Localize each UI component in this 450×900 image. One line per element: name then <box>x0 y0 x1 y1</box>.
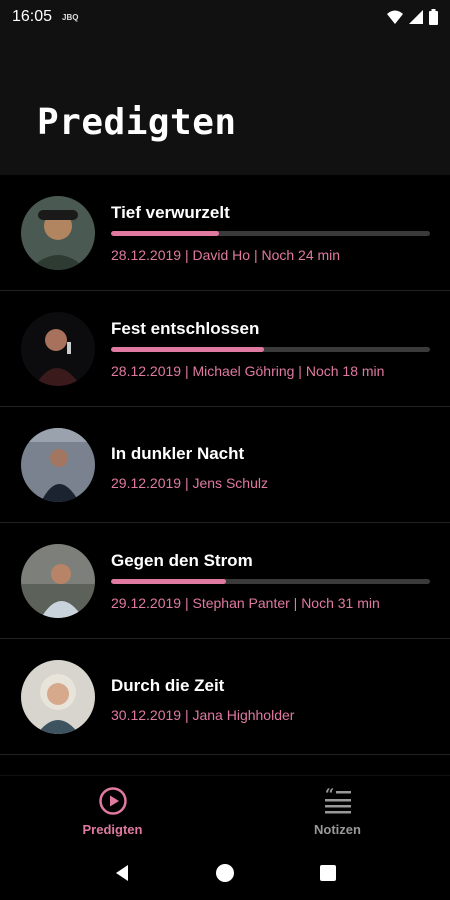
sermon-item[interactable]: Durch die Zeit 30.12.2019 | Jana Highhol… <box>0 639 450 755</box>
back-icon[interactable] <box>112 863 132 883</box>
speaker-avatar <box>21 660 95 734</box>
sermon-list: Tief verwurzelt 28.12.2019 | David Ho | … <box>0 175 450 775</box>
sermon-item-partial[interactable] <box>0 755 450 775</box>
progress-bar <box>111 231 430 236</box>
sermon-title: Durch die Zeit <box>111 676 225 695</box>
sermon-item[interactable]: Fest entschlossen 28.12.2019 | Michael G… <box>0 291 450 407</box>
sermon-item[interactable]: Tief verwurzelt 28.12.2019 | David Ho | … <box>0 175 450 291</box>
progress-fill <box>111 579 226 584</box>
notes-icon: “ <box>324 786 351 813</box>
status-bar: 16:05 JBQ <box>0 0 450 34</box>
speaker-avatar <box>21 428 95 502</box>
sermon-item[interactable]: In dunkler Nacht 29.12.2019 | Jens Schul… <box>0 407 450 523</box>
sermon-title: In dunkler Nacht <box>111 444 245 463</box>
sermon-meta: 28.12.2019 | Michael Göhring | Noch 18 m… <box>111 363 385 379</box>
progress-bar <box>111 347 430 352</box>
sermon-item[interactable]: Gegen den Strom 29.12.2019 | Stephan Pan… <box>0 523 450 639</box>
battery-icon <box>429 9 438 25</box>
play-circle-icon <box>98 786 127 815</box>
recents-icon[interactable] <box>318 863 338 883</box>
home-icon[interactable] <box>215 863 235 883</box>
page-title: Predigten <box>37 102 237 143</box>
progress-bar <box>111 579 430 584</box>
speaker-avatar <box>21 196 95 270</box>
sermon-meta: 29.12.2019 | Stephan Panter | Noch 31 mi… <box>111 595 380 611</box>
app-header: Predigten <box>0 34 450 175</box>
sermon-meta: 29.12.2019 | Jens Schulz <box>111 475 268 491</box>
sermon-meta: 28.12.2019 | David Ho | Noch 24 min <box>111 247 341 263</box>
status-time: 16:05 <box>12 8 53 25</box>
tab-notizen[interactable]: “ Notizen <box>225 776 450 846</box>
speaker-avatar <box>21 312 95 386</box>
wifi-icon <box>387 10 403 24</box>
sermon-title: Gegen den Strom <box>111 551 253 570</box>
status-icons <box>387 9 438 25</box>
tab-label: Predigten <box>82 821 143 837</box>
bottom-navigation: Predigten “ Notizen <box>0 775 450 845</box>
sermon-title: Tief verwurzelt <box>111 203 230 222</box>
sermon-title: Fest entschlossen <box>111 319 260 338</box>
tab-label: Notizen <box>314 821 361 837</box>
sermon-meta: 30.12.2019 | Jana Highholder <box>111 707 295 723</box>
system-navigation-bar <box>0 845 450 900</box>
speaker-avatar <box>21 544 95 618</box>
status-notification-text: JBQ <box>62 12 79 22</box>
progress-fill <box>111 231 220 236</box>
tab-predigten[interactable]: Predigten <box>0 776 225 846</box>
progress-fill <box>111 347 265 352</box>
signal-icon <box>409 10 423 24</box>
